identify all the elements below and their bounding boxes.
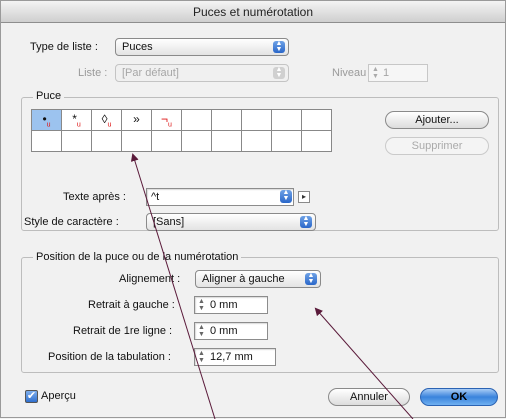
level-value: 1: [383, 67, 390, 79]
list-type-label: Type de liste :: [30, 41, 98, 53]
list-label: Liste :: [78, 67, 108, 79]
alignment-label: Alignement :: [119, 273, 181, 285]
preview-checkbox[interactable]: ✔: [25, 390, 38, 403]
bullet-cell-empty[interactable]: [181, 130, 212, 152]
bullet-cell-empty[interactable]: [211, 109, 242, 131]
preview-label: Aperçu: [41, 390, 76, 402]
bullet-cell-empty[interactable]: [181, 109, 212, 131]
bullet-group-title: Puce: [33, 90, 65, 102]
cancel-button[interactable]: Annuler: [328, 388, 410, 406]
first-line-indent-stepper-icon[interactable]: ▲ ▼: [197, 324, 206, 338]
bullet-cell-empty[interactable]: [31, 130, 62, 152]
char-style-select[interactable]: [Sans] ▲ ▼: [146, 213, 316, 231]
bullet-cell-guillemet[interactable]: »: [121, 109, 152, 131]
bullet-cell-empty[interactable]: [301, 130, 332, 152]
delete-bullet-button[interactable]: Supprimer: [385, 137, 489, 155]
text-after-field[interactable]: ^t: [146, 188, 294, 206]
bullet-cell-empty[interactable]: [241, 130, 272, 152]
first-line-indent-value: 0 mm: [210, 325, 238, 337]
bullet-grid: •u *u ◊u » ¬u: [31, 109, 332, 152]
text-after-label: Texte après :: [63, 191, 126, 203]
left-indent-value: 0 mm: [210, 299, 238, 311]
bullet-sub: u: [76, 121, 81, 129]
bullet-glyph: »: [133, 111, 140, 126]
level-label: Niveau :: [332, 67, 373, 79]
chevron-updown-icon: ▲ ▼: [273, 40, 285, 53]
tab-position-label: Position de la tabulation :: [48, 351, 171, 363]
tab-position-field[interactable]: 12,7 mm: [194, 348, 276, 366]
chevron-updown-icon[interactable]: ▲ ▼: [280, 189, 292, 203]
caret-right-icon[interactable]: ▸: [298, 191, 310, 203]
list-type-value: Puces: [122, 41, 153, 53]
chevron-updown-icon: ▲ ▼: [305, 272, 317, 285]
level-stepper-icon[interactable]: ▲ ▼: [371, 66, 380, 80]
bullet-cell-empty[interactable]: [121, 130, 152, 152]
first-line-indent-label: Retrait de 1re ligne :: [73, 325, 173, 337]
bullet-cell-asterisk[interactable]: *u: [61, 109, 92, 131]
text-after-value: ^t: [151, 191, 160, 203]
chevron-updown-icon: ▲ ▼: [300, 215, 312, 228]
bullet-sub: u: [107, 121, 112, 129]
bullet-cell-empty[interactable]: [151, 130, 182, 152]
bullet-cell-empty[interactable]: [241, 109, 272, 131]
bullet-cell-not-sign[interactable]: ¬u: [151, 109, 182, 131]
bullet-cell-empty[interactable]: [271, 130, 302, 152]
bullet-cell-empty[interactable]: [91, 130, 122, 152]
bullets-numbering-dialog: Puces et numérotation Type de liste : Pu…: [0, 0, 506, 419]
left-indent-label: Retrait à gauche :: [88, 299, 175, 311]
left-indent-stepper-icon[interactable]: ▲ ▼: [197, 298, 206, 312]
alignment-select[interactable]: Aligner à gauche ▲ ▼: [195, 270, 321, 288]
list-select[interactable]: [Par défaut] ▲ ▼: [115, 64, 289, 82]
chevron-updown-icon: ▲ ▼: [273, 66, 285, 79]
char-style-value: [Sans]: [153, 216, 185, 228]
tab-position-stepper-icon[interactable]: ▲ ▼: [197, 350, 206, 364]
bullet-cell-empty[interactable]: [271, 109, 302, 131]
list-value: [Par défaut]: [122, 67, 179, 79]
add-bullet-button[interactable]: Ajouter...: [385, 111, 489, 129]
ok-button[interactable]: OK: [420, 388, 498, 406]
bullet-glyph: ¬: [161, 111, 169, 126]
tab-position-value: 12,7 mm: [210, 351, 253, 363]
bullet-cell-empty[interactable]: [61, 130, 92, 152]
bullet-cell-empty[interactable]: [301, 109, 332, 131]
position-group-title: Position de la puce ou de la numérotatio…: [33, 251, 242, 263]
bullet-cell-bullet[interactable]: •u: [31, 109, 62, 131]
bullet-cell-lozenge[interactable]: ◊u: [91, 109, 122, 131]
list-type-select[interactable]: Puces ▲ ▼: [115, 38, 289, 56]
alignment-value: Aligner à gauche: [202, 273, 285, 285]
char-style-label: Style de caractère :: [24, 216, 119, 228]
bullet-cell-empty[interactable]: [211, 130, 242, 152]
dialog-title: Puces et numérotation: [1, 1, 505, 23]
bullet-sub: u: [46, 121, 51, 129]
bullet-sub: u: [168, 121, 172, 129]
